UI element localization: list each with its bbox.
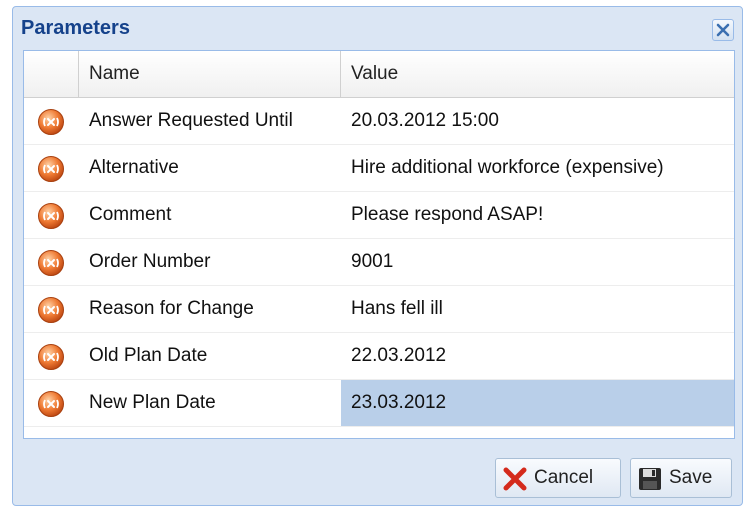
row-name-cell: Answer Requested Until — [89, 110, 293, 131]
save-label: Save — [669, 467, 713, 488]
close-button[interactable] — [712, 19, 734, 41]
row-icon-cell — [24, 145, 79, 191]
row-value-cell[interactable]: 9001 — [341, 239, 734, 285]
save-icon — [639, 468, 661, 490]
icon-column-header — [24, 51, 79, 97]
row-icon-cell — [24, 98, 79, 144]
table-row[interactable]: Order Number 9001 — [24, 239, 734, 286]
dialog-title: Parameters — [21, 17, 130, 39]
row-name-cell: Comment — [89, 204, 172, 225]
variable-icon — [38, 203, 64, 229]
row-name-cell: New Plan Date — [89, 392, 216, 413]
row-name-cell: Reason for Change — [89, 298, 254, 319]
row-name-cell: Alternative — [89, 157, 179, 178]
name-column-header[interactable]: Name — [79, 51, 341, 97]
grid-header: Name Value — [24, 51, 734, 98]
row-value-cell[interactable]: Hans fell ill — [341, 286, 734, 332]
parameters-grid: Name Value Answer Requested Until 20.03.2… — [23, 50, 735, 439]
row-icon-cell — [24, 380, 79, 426]
save-button[interactable]: Save — [630, 458, 732, 498]
row-icon-cell — [24, 286, 79, 332]
variable-icon — [38, 297, 64, 323]
variable-icon — [38, 156, 64, 182]
row-value-cell[interactable]: 22.03.2012 — [341, 333, 734, 379]
table-row[interactable]: Answer Requested Until 20.03.2012 15:00 — [24, 98, 734, 145]
row-value-cell[interactable]: Hire additional workforce (expensive) — [341, 145, 734, 191]
variable-icon — [38, 250, 64, 276]
table-row[interactable]: Old Plan Date 22.03.2012 — [24, 333, 734, 380]
variable-icon — [38, 109, 64, 135]
row-value-cell[interactable]: Please respond ASAP! — [341, 192, 734, 238]
cancel-label: Cancel — [534, 467, 594, 488]
variable-icon — [38, 391, 64, 417]
close-icon — [716, 23, 730, 37]
value-column-header[interactable]: Value — [341, 51, 734, 97]
cancel-button[interactable]: Cancel — [495, 458, 621, 498]
row-name-cell: Order Number — [89, 251, 211, 272]
row-icon-cell — [24, 239, 79, 285]
table-row[interactable]: Alternative Hire additional workforce (ex… — [24, 145, 734, 192]
row-icon-cell — [24, 333, 79, 379]
parameters-dialog: Parameters Name Value Answer Requested U… — [12, 6, 743, 506]
table-row[interactable]: Comment Please respond ASAP! — [24, 192, 734, 239]
row-value-cell[interactable]: 23.03.2012 — [341, 380, 734, 426]
cancel-icon — [503, 467, 527, 491]
table-row[interactable]: New Plan Date 23.03.2012 — [24, 380, 734, 427]
variable-icon — [38, 344, 64, 370]
table-row[interactable]: Reason for Change Hans fell ill — [24, 286, 734, 333]
dialog-titlebar[interactable]: Parameters — [13, 7, 742, 47]
row-value-cell[interactable]: 20.03.2012 15:00 — [341, 98, 734, 144]
row-icon-cell — [24, 192, 79, 238]
row-name-cell: Old Plan Date — [89, 345, 208, 366]
